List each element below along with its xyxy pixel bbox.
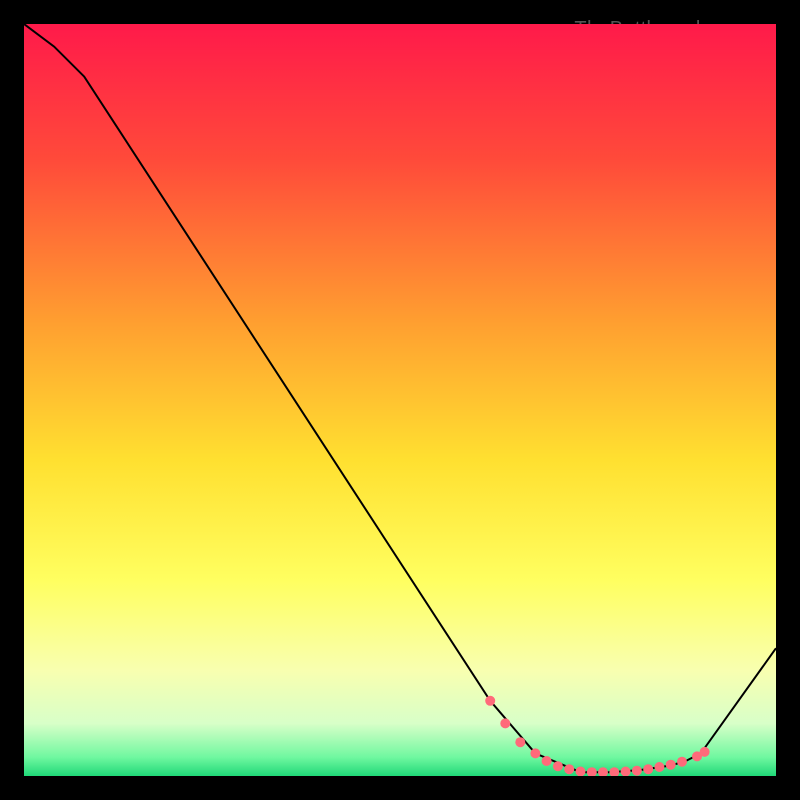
marker-point (677, 757, 687, 767)
marker-point (643, 764, 653, 774)
marker-point (632, 766, 642, 776)
marker-point (530, 748, 540, 758)
marker-point (500, 718, 510, 728)
marker-point (515, 737, 525, 747)
marker-point (564, 764, 574, 774)
marker-point (485, 696, 495, 706)
gradient-background (24, 24, 776, 776)
marker-point (700, 747, 710, 757)
marker-point (666, 760, 676, 770)
marker-point (553, 761, 563, 771)
plot-area (24, 24, 776, 776)
bottleneck-chart (24, 24, 776, 776)
chart-frame: TheBottlenecker.com (16, 16, 784, 784)
marker-point (654, 762, 664, 772)
marker-point (542, 756, 552, 766)
